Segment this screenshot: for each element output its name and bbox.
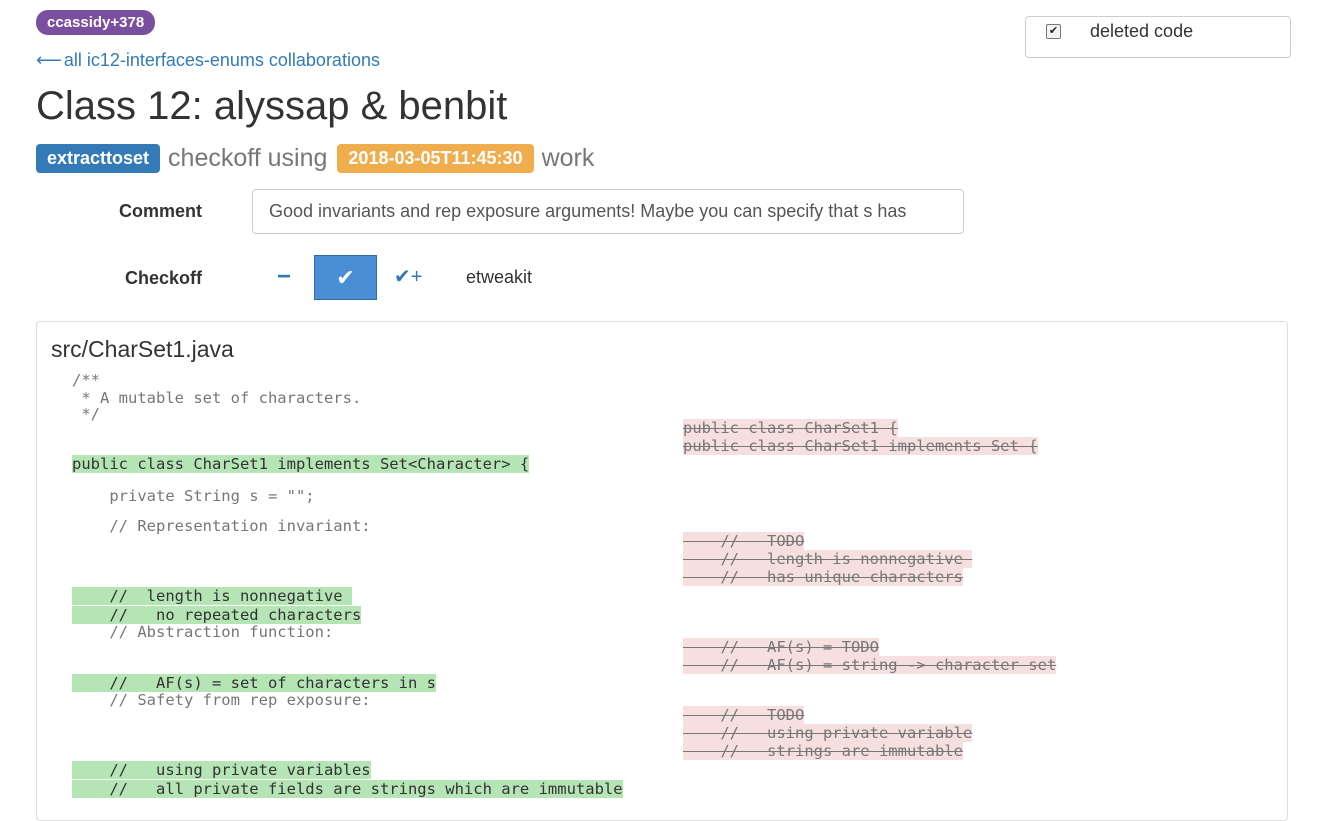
deleted-code-line: // has unique characters <box>683 568 963 586</box>
user-badge: ccassidy+378 <box>36 10 156 35</box>
page-title: Class 12: alyssap & benbit <box>36 84 508 128</box>
code-line: private String s = ""; <box>72 487 315 505</box>
deleted-code-toggle-box: ✔ deleted code <box>1025 16 1291 58</box>
back-link-label: all ic12-interfaces-enums collaborations <box>63 50 380 70</box>
deleted-code-line: // TODO <box>683 532 805 550</box>
checkoff-checkplus-button[interactable]: ✔+ <box>394 264 422 289</box>
inserted-code-line: public class CharSet1 implements Set<Cha… <box>72 455 530 473</box>
subtitle-text-end: work <box>541 144 595 172</box>
code-line: /** <box>72 371 100 389</box>
code-line: * A mutable set of characters. <box>72 389 362 407</box>
code-line: // Abstraction function: <box>72 623 334 641</box>
deleted-code-checkbox[interactable]: ✔ <box>1046 24 1061 39</box>
deleted-code-line: public class CharSet1 implements Set { <box>683 437 1038 455</box>
timestamp-badge: 2018-03-05T11:45:30 <box>337 144 534 173</box>
subtitle-text-mid: checkoff using <box>168 144 328 172</box>
inserted-code-line: // length is nonnegative <box>72 587 352 605</box>
file-path: src/CharSet1.java <box>51 336 234 362</box>
check-icon: ✔ <box>336 265 355 290</box>
subtitle: extracttoset checkoff using 2018-03-05T1… <box>36 142 604 175</box>
task-tag: extracttoset <box>36 144 161 173</box>
code-line: // Safety from rep exposure: <box>72 691 371 709</box>
comment-input[interactable] <box>252 189 964 234</box>
deleted-code-line: // AF(s) = string -> character set <box>683 656 1057 674</box>
checker-name: etweakit <box>466 267 533 287</box>
deleted-code-label[interactable]: deleted code <box>1090 21 1193 42</box>
back-arrow-icon: ⟵ <box>36 50 62 70</box>
inserted-code-line: // using private variables <box>72 761 371 779</box>
code-line: // Representation invariant: <box>72 517 371 535</box>
inserted-code-line: // all private fields are strings which … <box>72 780 623 798</box>
deleted-code-line: // AF(s) = TODO <box>683 638 879 656</box>
checkoff-check-button[interactable]: ✔ <box>314 255 377 300</box>
inserted-code-line: // no repeated characters <box>72 606 362 624</box>
inserted-code-line: // AF(s) = set of characters in s <box>72 674 436 692</box>
deleted-code-line: // TODO <box>683 706 805 724</box>
code-line: */ <box>72 405 100 423</box>
checkoff-minus-button[interactable]: − <box>270 262 298 292</box>
checkoff-label: Checkoff <box>125 268 203 288</box>
deleted-code-line: // length is nonnegative <box>683 550 973 568</box>
deleted-code-line: // using private variable <box>683 724 973 742</box>
deleted-code-line: // strings are immutable <box>683 742 963 760</box>
deleted-code-line: public class CharSet1 { <box>683 419 898 437</box>
back-link[interactable]: ⟵ all ic12-interfaces-enums collaboration… <box>36 50 380 71</box>
comment-label: Comment <box>119 201 203 221</box>
